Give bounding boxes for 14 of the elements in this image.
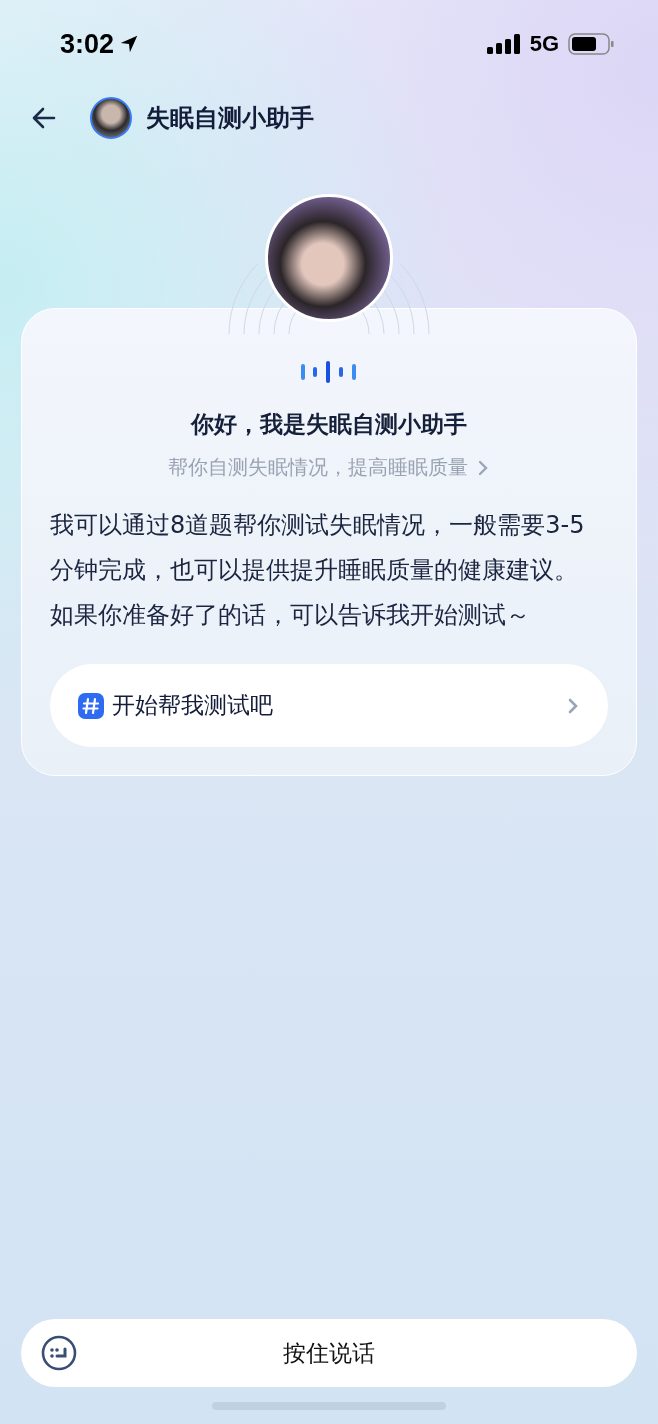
voice-wave-icon	[301, 361, 357, 383]
signal-icon	[486, 34, 521, 54]
assistant-message: 我可以通过8道题帮你测试失眠情况，一般需要3-5分钟完成，也可以提供提升睡眠质量的健康建议。如果你准备好了的话，可以告诉我开始测试～	[50, 510, 586, 631]
suggestion-button[interactable]: 开始帮我测试吧	[50, 664, 608, 747]
avatar-photo-placeholder	[90, 97, 132, 139]
greeting-title: 你好，我是失眠自测小助手	[191, 410, 467, 439]
status-time: 3:02	[60, 28, 115, 60]
assistant-name: 失眠自测小助手	[146, 103, 314, 134]
chevron-right-icon	[476, 458, 490, 477]
keyboard-button[interactable]	[41, 1335, 77, 1371]
hashtag-icon	[78, 692, 104, 719]
network-label: 5G	[529, 31, 559, 57]
battery-icon	[568, 33, 614, 55]
hold-to-talk-button[interactable]: 按住说话	[275, 1329, 383, 1377]
